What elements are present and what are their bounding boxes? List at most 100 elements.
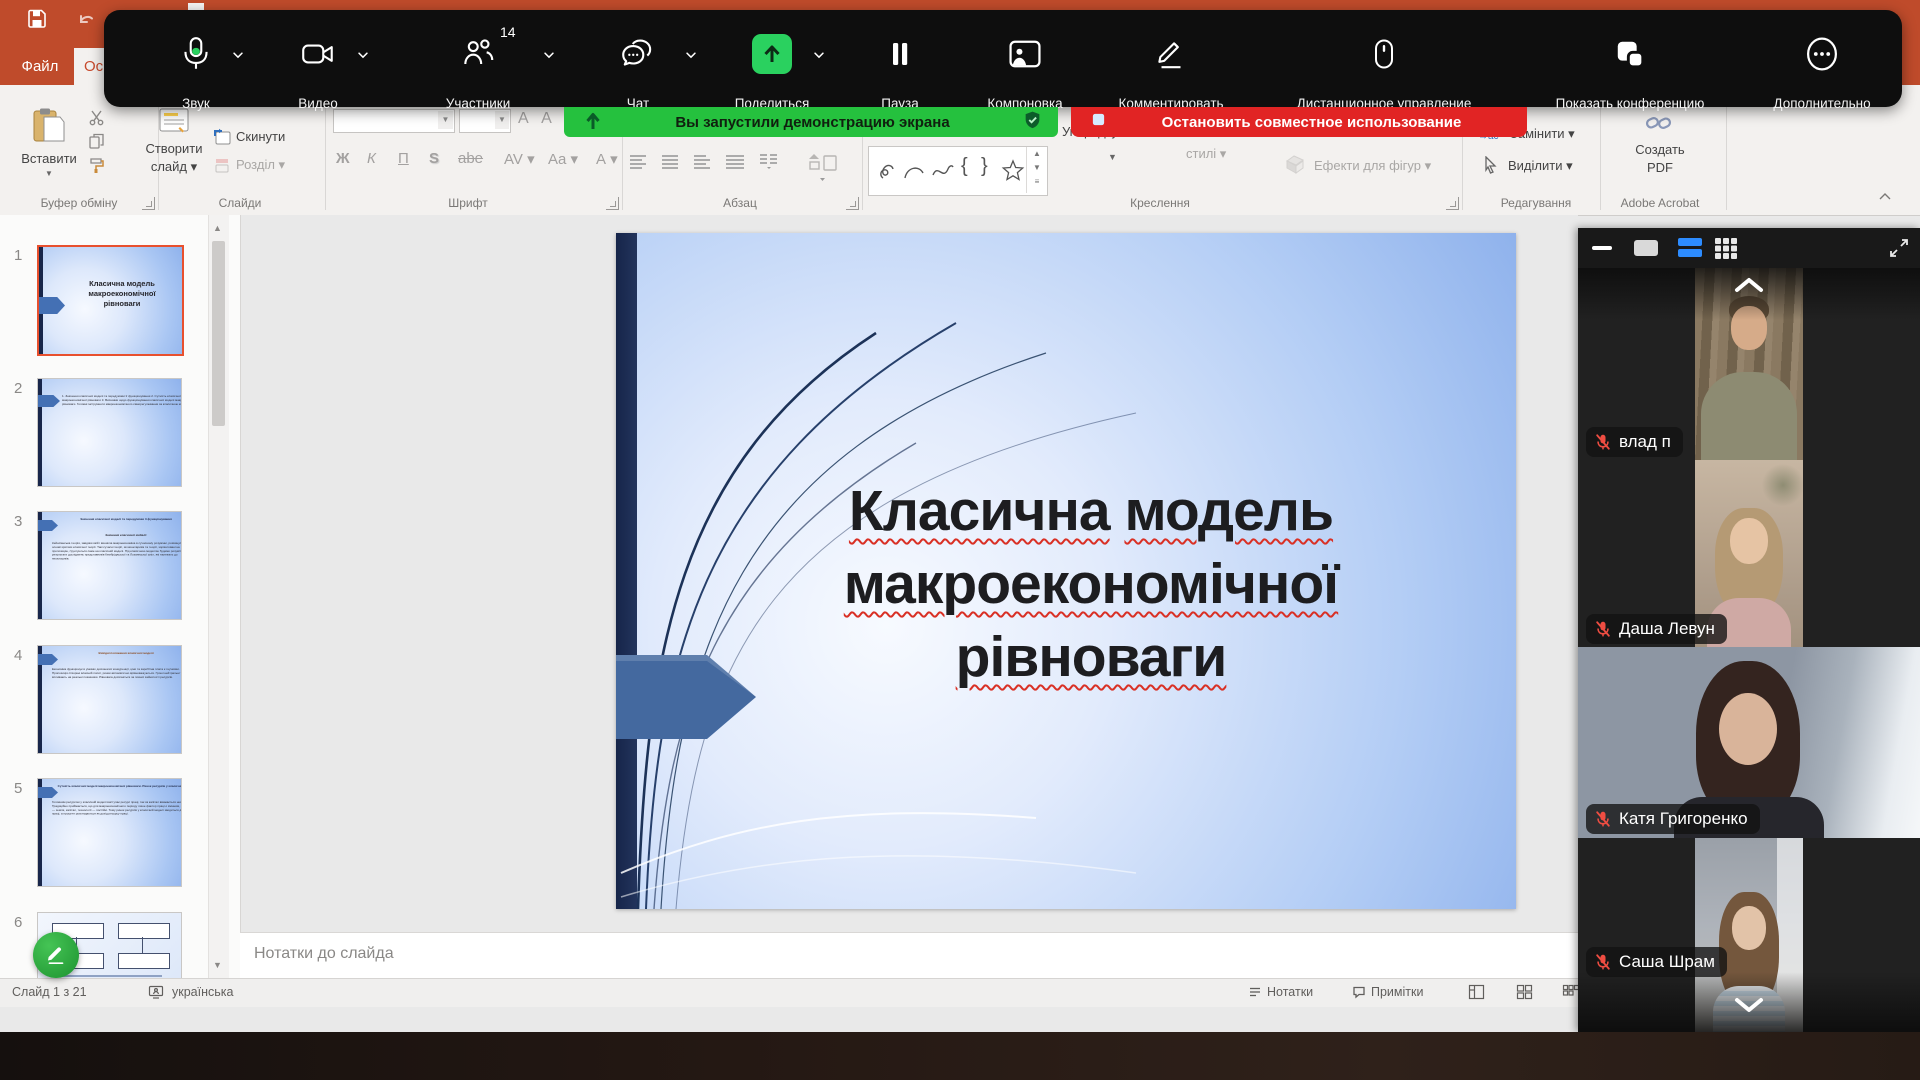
new-slide-label-2: слайд ▾ (136, 159, 212, 175)
align-button-0[interactable] (630, 153, 650, 169)
copy-icon[interactable] (88, 132, 106, 155)
expand-panel-icon[interactable] (1888, 237, 1910, 264)
slide-thumbnail-2[interactable]: 1. Значення класичної моделі та передумо… (37, 378, 182, 487)
chevron-down-icon[interactable] (684, 48, 698, 67)
slide-thumbnail-4[interactable]: Вихідні положення класичної моделіЕконом… (37, 645, 182, 754)
format-painter-icon[interactable] (88, 156, 106, 179)
shape-curve-icon[interactable] (931, 161, 955, 186)
dialog-launcher-icon[interactable] (846, 197, 859, 210)
zoom-toolbar-label: Показать конференцию (1556, 96, 1705, 111)
slide-thumbnail-1[interactable]: Класична модель макроекономічної рівнова… (37, 245, 184, 356)
font-button-7[interactable]: А ▾ (596, 150, 618, 168)
font-button-3[interactable]: S (429, 150, 439, 167)
shape-right-brace-icon[interactable]: } (981, 155, 988, 178)
undo-icon[interactable] (76, 12, 98, 32)
shapes-gallery-scroll[interactable]: ▲▼≡ (1026, 147, 1047, 193)
shape-arc-icon[interactable] (903, 161, 925, 186)
slide-thumbnail-5[interactable]: Сутність класичної моделі макроекономічн… (37, 778, 182, 887)
gallery-view-icon[interactable] (1714, 237, 1738, 264)
video-camera-icon (298, 34, 338, 74)
slide-title[interactable]: Класична модельмакроекономічноїрівноваги (676, 475, 1506, 694)
annotation-pencil-button[interactable] (33, 932, 79, 978)
mic-muted-icon (1594, 620, 1612, 638)
quick-styles-label-2: стилі ▾ (1186, 146, 1226, 162)
font-name-combo[interactable]: ▼ (333, 109, 455, 133)
font-button-0[interactable]: Ж (336, 150, 350, 167)
thumbnail-scrollbar[interactable]: ▲ ▼ (208, 215, 229, 978)
panel-control-bar (1578, 228, 1920, 268)
thumbnail-number: 6 (14, 914, 22, 931)
font-button-5[interactable]: AV ▾ (504, 150, 535, 168)
smartart-convert-icon[interactable] (806, 150, 840, 191)
section-icon[interactable] (212, 156, 232, 179)
thumbnail-number: 1 (14, 247, 22, 264)
save-icon[interactable] (26, 8, 48, 30)
annotate-pencil-icon (1151, 34, 1191, 74)
section-label[interactable]: Розділ ▾ (236, 157, 285, 173)
cut-icon[interactable] (88, 109, 106, 132)
select-button[interactable]: Виділити ▾ (1508, 158, 1573, 174)
notes-button[interactable]: Нотатки (1248, 985, 1313, 999)
stop-sharing-button[interactable]: Остановить совместное использование (1071, 107, 1527, 137)
minimize-panel-icon[interactable] (1592, 246, 1612, 250)
chevron-down-icon[interactable] (231, 48, 245, 67)
align-button-2[interactable] (694, 153, 714, 169)
dialog-launcher-icon[interactable] (606, 197, 619, 210)
scroll-participants-up-icon[interactable] (1732, 274, 1766, 301)
font-button-1[interactable]: К (367, 150, 376, 167)
shape-effects-button[interactable]: Ефекти для фігур ▾ (1314, 158, 1431, 174)
create-pdf-label-1: Создать (1614, 142, 1706, 157)
shapes-gallery[interactable]: {} ▲▼≡ (868, 146, 1048, 196)
shape-star-icon[interactable] (1001, 159, 1025, 188)
new-slide-icon (156, 107, 192, 139)
font-button-2[interactable]: П (398, 150, 409, 167)
speaker-view-icon[interactable] (1634, 240, 1658, 256)
scrollbar-thumb[interactable] (212, 241, 225, 426)
reset-slide-icon[interactable] (212, 128, 232, 151)
select-icon (1482, 156, 1498, 179)
font-button-4[interactable]: abe (458, 150, 483, 167)
new-slide-button[interactable]: Створитислайд ▾ (136, 107, 212, 189)
dialog-launcher-icon[interactable] (142, 197, 155, 210)
chevron-down-icon[interactable] (542, 48, 556, 67)
chevron-down-icon[interactable] (356, 48, 370, 67)
paste-button[interactable]: Вставити▼ (12, 107, 86, 189)
scroll-down-icon[interactable]: ▼ (213, 960, 222, 970)
align-button-1[interactable] (662, 153, 682, 169)
view-sorter-button[interactable] (1516, 984, 1533, 1003)
align-button-3[interactable] (726, 153, 746, 169)
participant-name-chip: Саша Шрам (1586, 947, 1727, 977)
view-normal-button[interactable] (1468, 984, 1485, 1003)
thumbnail-body-text: 1. Значення класичної моделі та передумо… (62, 395, 182, 407)
font-size-combo[interactable]: ▼ (459, 109, 511, 133)
reset-slide-label[interactable]: Скинути (236, 129, 285, 144)
strip-view-icon[interactable] (1678, 238, 1702, 258)
chevron-down-icon[interactable] (812, 48, 826, 67)
columns-icon[interactable] (758, 152, 780, 175)
comments-button[interactable]: Примітки (1352, 985, 1423, 999)
scroll-up-icon[interactable]: ▲ (213, 223, 222, 233)
slide-canvas[interactable]: Класична модельмакроекономічноїрівноваги (616, 233, 1516, 909)
tab-home-fragment[interactable]: Ос (74, 48, 104, 85)
share-banner-text: Вы запустили демонстрацию экрана (602, 114, 1023, 131)
slide-thumbnail-3[interactable]: Значення класичної моделі та передумови … (37, 511, 182, 620)
shape-scribble-icon[interactable] (877, 159, 897, 186)
view-grid-button[interactable] (1562, 984, 1579, 1003)
collapse-ribbon-icon[interactable] (1878, 190, 1894, 204)
zoom-meeting-toolbar: ЗвукВидео14УчастникиЧатПоделитьсяПаузаКо… (104, 10, 1902, 107)
scroll-participants-down-icon[interactable] (1732, 994, 1766, 1021)
accessibility-icon[interactable] (148, 984, 164, 1003)
font-button-6[interactable]: Aa ▾ (548, 150, 578, 168)
notes-bar[interactable]: Нотатки до слайда (240, 932, 1578, 979)
create-pdf-button[interactable]: СоздатьPDF (1614, 106, 1706, 190)
tab-file[interactable]: Файл (8, 48, 72, 85)
grow-shrink-font-buttons[interactable]: А А (518, 110, 556, 128)
person-face (1730, 518, 1768, 564)
mic-muted-icon (1594, 433, 1612, 451)
shield-check-icon (1023, 110, 1042, 135)
status-language[interactable]: українська (172, 985, 233, 999)
shape-left-brace-icon[interactable]: { (961, 155, 968, 178)
participant-name: Саша Шрам (1619, 952, 1715, 972)
dialog-launcher-icon[interactable] (1446, 197, 1459, 210)
thumbnail-diagram-line (58, 975, 162, 977)
